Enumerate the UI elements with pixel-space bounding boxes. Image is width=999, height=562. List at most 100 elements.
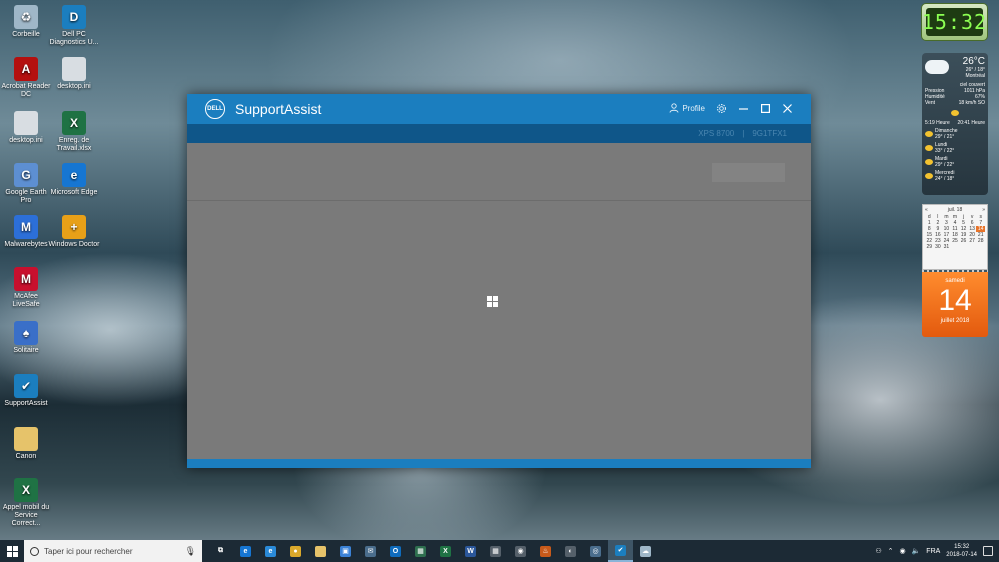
- taskbar-app-button[interactable]: ◎: [583, 540, 608, 562]
- file-icon: [14, 111, 38, 135]
- desktop-shortcut[interactable]: A Acrobat Reader DC: [0, 57, 52, 99]
- calendar-widget[interactable]: « juil. 18 » d l m m j v s 1 2 3 4 5 6 7 8 9 10 11 12 13 14 1…: [922, 204, 988, 270]
- desktop-shortcut[interactable]: Canon: [0, 427, 52, 461]
- forecast-temps: 33° / 22°: [935, 148, 955, 154]
- taskbar-app-button[interactable]: ▦: [483, 540, 508, 562]
- notifications-icon[interactable]: [983, 546, 993, 556]
- minimize-button[interactable]: [737, 100, 749, 116]
- desktop-shortcut[interactable]: + Windows Doctor: [48, 215, 100, 249]
- profile-label: Profile: [682, 103, 705, 113]
- taskbar-app-button[interactable]: ☁: [633, 540, 658, 562]
- weather-widget[interactable]: 26°C 26° / 18° Montréal ciel couvert Pre…: [922, 53, 988, 195]
- settings-button[interactable]: [715, 100, 727, 116]
- microphone-icon[interactable]: 🎙: [185, 546, 196, 557]
- tray-overflow-icon[interactable]: ⌃: [888, 547, 894, 555]
- window-titlebar[interactable]: DELL SupportAssist Profile: [187, 94, 811, 124]
- forecast-temps: 24° / 18°: [935, 176, 955, 182]
- calendar-day: [951, 244, 960, 250]
- desktop-shortcut[interactable]: X Enreg. de Travail.xlsx: [48, 111, 100, 153]
- people-icon[interactable]: ⚇: [875, 547, 881, 555]
- calendar-next-icon[interactable]: »: [982, 207, 985, 213]
- tray-date: 2018-07-14: [946, 552, 977, 558]
- desktop-shortcut[interactable]: ♠ Solitaire: [0, 321, 52, 355]
- desktop-shortcut[interactable]: M McAfee LiveSafe: [0, 267, 52, 309]
- device-model: XPS 8700: [698, 129, 735, 138]
- desktop-shortcut[interactable]: ✔ SupportAssist: [0, 374, 52, 408]
- cloud-icon: [925, 60, 949, 74]
- sun-times: 5:19 Heure 20:41 Heure: [925, 120, 985, 126]
- partly-cloudy-icon: [925, 173, 933, 179]
- acrobat-icon: A: [14, 57, 38, 81]
- taskbar-app-button[interactable]: ▦: [408, 540, 433, 562]
- profile-button[interactable]: Profile: [669, 103, 705, 113]
- taskbar-app-button[interactable]: e: [233, 540, 258, 562]
- mail-icon: ✉: [365, 545, 376, 557]
- sunrise-time: 5:19 Heure: [925, 120, 950, 126]
- taskbar-app-button[interactable]: ◉: [508, 540, 533, 562]
- taskbar-app-button[interactable]: ✔: [608, 540, 633, 562]
- taskbar-app-button[interactable]: e: [258, 540, 283, 562]
- taskbar-app-button[interactable]: ◐: [558, 540, 583, 562]
- search-placeholder: Taper ici pour rechercher: [44, 546, 133, 556]
- desktop-shortcut[interactable]: ♻ Corbeille: [0, 5, 52, 39]
- weather-details: Pression 1011 hPa Humidité 67% Vent 18 km/h S…: [925, 88, 985, 106]
- calendar-grid: d l m m j v s 1 2 3 4 5 6 7 8 9 10 11 12 13 14 15 16 17 18 19 20 21…: [925, 214, 985, 250]
- taskbar-app-button[interactable]: ⧉: [208, 540, 233, 562]
- desktop-shortcut-label: Appel mobil du Service Correct...: [2, 504, 50, 527]
- file-explorer-icon: [315, 545, 326, 557]
- desktop-shortcut-label: Dell PC Diagnostics U...: [49, 31, 99, 46]
- desktop-shortcut-label: Google Earth Pro: [5, 189, 47, 204]
- user-icon: [669, 103, 679, 113]
- calendar-day[interactable]: 31: [942, 244, 951, 250]
- security-shield-icon: ◎: [590, 545, 601, 557]
- weather-forecast: Dimanche 29° / 21° Lundi 33° / 22° Mardi 29° …: [925, 128, 985, 182]
- tray-time: 15:32: [954, 544, 970, 550]
- desktop-shortcut[interactable]: e Microsoft Edge: [48, 163, 100, 197]
- ie-taskbar-icon: e: [265, 545, 276, 557]
- clock-display: 15:32: [921, 8, 988, 36]
- taskbar-app-button[interactable]: W: [458, 540, 483, 562]
- clock-widget[interactable]: 15:32: [921, 3, 988, 41]
- date-month-year: juillet 2018: [940, 318, 970, 324]
- desktop-shortcut[interactable]: desktop.ini: [0, 111, 52, 145]
- taskbar-app-button[interactable]: ✉: [358, 540, 383, 562]
- weather-detail-value: 18 km/h SO: [958, 100, 985, 106]
- start-button[interactable]: [0, 540, 24, 562]
- store-icon: ▣: [340, 545, 351, 557]
- date-widget[interactable]: samedi 14 juillet 2018: [922, 272, 988, 337]
- excel-taskbar-icon: X: [440, 545, 451, 557]
- calendar-month: juil. 18: [947, 207, 963, 213]
- forecast-day: Dimanche 29° / 21°: [925, 128, 985, 140]
- recycle-bin-icon: ♻: [14, 5, 38, 29]
- calendar-day[interactable]: 29: [925, 244, 934, 250]
- desktop-shortcut[interactable]: G Google Earth Pro: [0, 163, 52, 205]
- close-button[interactable]: [781, 100, 793, 116]
- device-info-bar: XPS 8700 | 9G1TFX1: [187, 124, 811, 143]
- title-controls: Profile: [669, 100, 793, 116]
- desktop-shortcut[interactable]: D Dell PC Diagnostics U...: [48, 5, 100, 47]
- language-indicator[interactable]: FRA: [926, 548, 940, 555]
- volume-icon[interactable]: 🔈: [912, 547, 921, 555]
- taskbar-app-button[interactable]: ♨: [533, 540, 558, 562]
- desktop-shortcut-label: McAfee LiveSafe: [12, 293, 40, 308]
- desktop-shortcut-label: Corbeille: [12, 31, 40, 38]
- search-box[interactable]: Taper ici pour rechercher 🎙: [24, 540, 202, 562]
- tray-clock[interactable]: 15:32 2018-07-14: [946, 543, 977, 559]
- network-icon[interactable]: ◉: [899, 547, 905, 555]
- calendar-prev-icon[interactable]: «: [925, 207, 928, 213]
- partly-cloudy-icon: [925, 159, 933, 165]
- taskbar-app-button[interactable]: O: [383, 540, 408, 562]
- dell-logo-text: DELL: [207, 106, 223, 112]
- calendar-day[interactable]: 30: [934, 244, 943, 250]
- windows-doctor-icon: +: [62, 215, 86, 239]
- desktop-shortcut[interactable]: M Malwarebytes: [0, 215, 52, 249]
- maximize-button[interactable]: [759, 100, 771, 116]
- taskbar-app-button[interactable]: X: [433, 540, 458, 562]
- desktop-shortcut[interactable]: X Appel mobil du Service Correct...: [0, 478, 52, 528]
- taskbar-app-button[interactable]: [308, 540, 333, 562]
- weather-temp: 26°C: [962, 56, 985, 67]
- taskbar-app-button[interactable]: ▣: [333, 540, 358, 562]
- sunset-time: 20:41 Heure: [957, 120, 985, 126]
- taskbar-app-button[interactable]: ●: [283, 540, 308, 562]
- desktop-shortcut[interactable]: desktop.ini: [48, 57, 100, 91]
